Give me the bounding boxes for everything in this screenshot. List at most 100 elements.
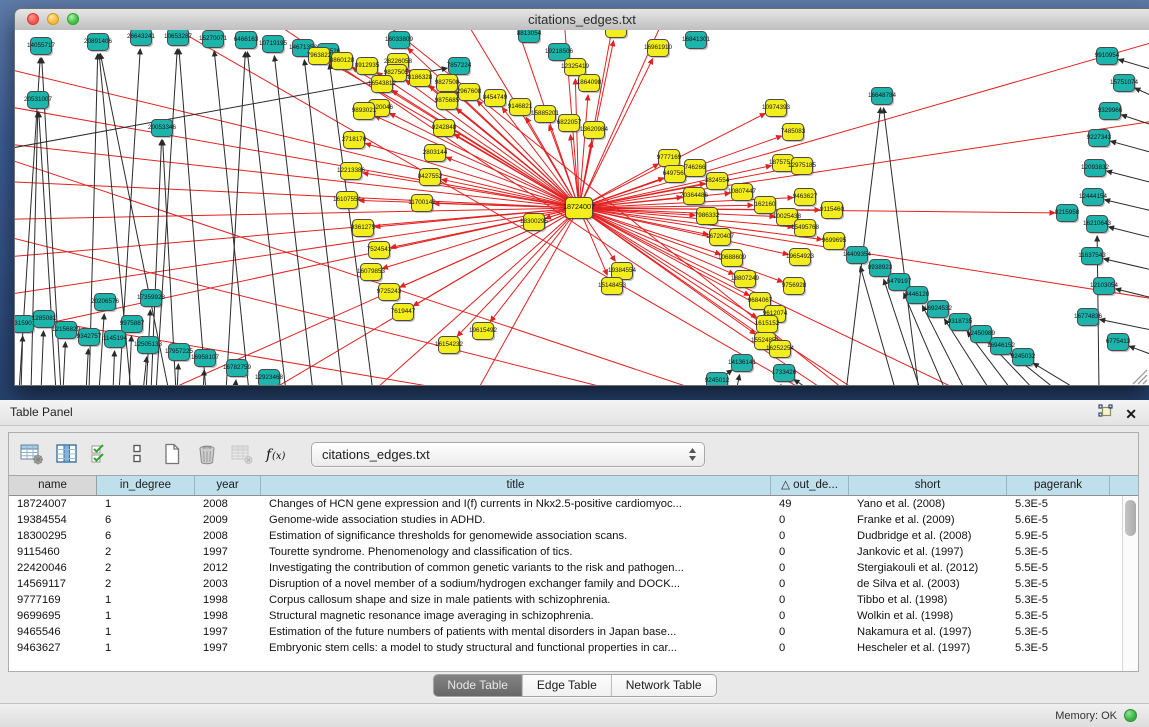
import-table-icon[interactable] xyxy=(229,441,255,467)
column-header[interactable]: title xyxy=(261,476,771,495)
graph-node[interactable]: 18807249 xyxy=(731,271,760,290)
column-edit-icon[interactable] xyxy=(54,441,80,467)
graph-node[interactable]: 8427552 xyxy=(418,169,443,188)
graph-node[interactable]: 10807447 xyxy=(728,184,757,203)
graph-node[interactable]: 16958107 xyxy=(191,350,220,369)
graph-node[interactable]: 15270071 xyxy=(199,31,228,50)
graph-node[interactable]: 9699695 xyxy=(822,233,847,252)
graph-node[interactable]: 9446120 xyxy=(905,287,930,306)
graph-node[interactable]: 16543812 xyxy=(368,76,397,95)
table-selector-dropdown[interactable]: citations_edges.txt xyxy=(311,442,705,467)
graph-node[interactable]: 9342757 xyxy=(77,329,102,348)
graph-node[interactable]: 13620984 xyxy=(580,122,609,141)
graph-node[interactable]: 16033809 xyxy=(385,32,414,51)
graph-node[interactable]: 10653287 xyxy=(164,30,193,47)
table-row[interactable]: 1938455462009Genome-wide association stu… xyxy=(9,512,1138,528)
graph-node[interactable]: 16841301 xyxy=(682,32,711,51)
graph-node[interactable]: 20364486 xyxy=(680,188,709,207)
graph-node[interactable]: 16648784 xyxy=(868,88,897,107)
graph-node[interactable]: 9245012 xyxy=(705,373,730,386)
graph-node[interactable]: 12093832 xyxy=(1081,160,1110,179)
graph-node[interactable]: 12444154 xyxy=(1079,189,1108,208)
graph-node[interactable]: 19654923 xyxy=(786,249,815,268)
graph-node[interactable]: 746266 xyxy=(684,160,707,179)
network-canvas[interactable]: 1405571720891406266432411065328715270071… xyxy=(15,30,1149,385)
graph-node[interactable]: 9975887 xyxy=(120,316,145,335)
graph-node[interactable]: 9245032 xyxy=(1011,349,1036,368)
graph-node[interactable]: 9463627 xyxy=(793,189,818,208)
graph-node[interactable]: 11700142 xyxy=(408,195,436,214)
graph-node[interactable]: 9910954 xyxy=(1095,48,1120,67)
graph-node[interactable]: 16720407 xyxy=(706,229,735,248)
graph-node[interactable]: 9893021 xyxy=(352,103,377,122)
new-table-icon[interactable] xyxy=(159,441,185,467)
graph-node[interactable]: 8813054 xyxy=(517,30,542,44)
graph-node[interactable]: 15495768 xyxy=(791,220,820,239)
graph-node[interactable]: 8860128 xyxy=(330,53,355,72)
graph-node[interactable]: 8215958 xyxy=(1055,205,1080,224)
graph-node[interactable]: 16107554 xyxy=(333,192,362,211)
tab-edge-table[interactable]: Edge Table xyxy=(523,675,612,696)
graph-node[interactable]: 16210643 xyxy=(1083,216,1112,235)
table-row[interactable]: 1872400712008Changes of HCN gene express… xyxy=(9,496,1138,512)
graph-node[interactable]: 18300295 xyxy=(520,214,549,233)
graph-node[interactable]: 11637543 xyxy=(1078,248,1106,267)
graph-node[interactable]: 16782759 xyxy=(223,360,252,379)
table-row[interactable]: 1456911722003Disruption of a novel membe… xyxy=(9,576,1138,592)
table-settings-icon[interactable] xyxy=(19,441,45,467)
graph-node[interactable]: 7619447 xyxy=(391,304,416,323)
graph-node[interactable]: 8454749 xyxy=(483,90,508,109)
select-all-columns-icon[interactable] xyxy=(89,441,115,467)
graph-node[interactable]: 1145194 xyxy=(103,331,128,350)
table-row[interactable]: 969969511998Structural magnetic resonanc… xyxy=(9,608,1138,624)
network-window-titlebar[interactable]: citations_edges.txt xyxy=(15,9,1149,31)
table-row[interactable]: 1830029562008Estimation of significance … xyxy=(9,528,1138,544)
graph-node[interactable]: 8912935 xyxy=(355,58,380,77)
column-header[interactable]: △ out_de... xyxy=(771,476,849,495)
graph-node[interactable]: 15751074 xyxy=(1110,75,1139,94)
scrollbar-thumb[interactable] xyxy=(1125,500,1136,536)
tab-node-table[interactable]: Node Table xyxy=(433,675,523,696)
graph-node[interactable]: 20206576 xyxy=(91,294,120,313)
column-header[interactable]: short xyxy=(849,476,1007,495)
graph-node[interactable]: 8186328 xyxy=(408,70,433,89)
graph-node[interactable]: 7986332 xyxy=(695,208,720,227)
graph-node[interactable]: 9361275 xyxy=(351,220,376,239)
table-row[interactable]: 977716911998Corpus callosum shape and si… xyxy=(9,592,1138,608)
graph-node[interactable]: 10719195 xyxy=(259,36,288,55)
graph-node[interactable]: 12103054 xyxy=(1090,278,1119,297)
graph-node[interactable]: 19615492 xyxy=(469,323,498,342)
graph-node[interactable]: 9756928 xyxy=(782,278,807,297)
vertical-scrollbar[interactable] xyxy=(1122,496,1138,671)
graph-node[interactable]: 16154232 xyxy=(435,337,464,356)
graph-node[interactable]: 20053346 xyxy=(148,120,177,139)
graph-node[interactable]: 9115460 xyxy=(820,202,845,221)
graph-node[interactable]: 2803144 xyxy=(423,145,448,164)
graph-node[interactable]: 12505133 xyxy=(134,337,163,356)
delete-icon[interactable] xyxy=(194,441,220,467)
float-panel-icon[interactable] xyxy=(1098,404,1113,423)
function-builder-icon[interactable]: f(x) xyxy=(264,441,290,467)
graph-node[interactable]: 15148453 xyxy=(598,278,627,297)
graph-node[interactable]: 1864098 xyxy=(577,75,602,94)
graph-node[interactable]: 16252254 xyxy=(766,341,795,360)
graph-node[interactable]: 9227343 xyxy=(1087,130,1112,149)
graph-node[interactable]: 11254194 xyxy=(602,30,630,39)
graph-node[interactable]: 9329966 xyxy=(1098,103,1123,122)
table-row[interactable]: 2242004622012Investigating the contribut… xyxy=(9,560,1138,576)
tab-network-table[interactable]: Network Table xyxy=(612,675,716,696)
graph-node[interactable]: 16774836 xyxy=(1074,309,1103,328)
graph-node[interactable]: 9875685 xyxy=(435,93,460,112)
graph-node[interactable]: 2967608 xyxy=(457,84,482,103)
graph-node[interactable]: 17359928 xyxy=(137,290,166,309)
graph-node[interactable]: 10974393 xyxy=(762,100,791,119)
close-panel-icon[interactable]: ✕ xyxy=(1125,406,1137,422)
column-header[interactable]: name xyxy=(9,476,97,495)
graph-node[interactable]: 15885201 xyxy=(531,106,560,125)
graph-node[interactable]: 16924532 xyxy=(924,301,953,320)
graph-node[interactable]: 16079853 xyxy=(357,264,386,283)
table-row[interactable]: 911546021997Tourette syndrome. Phenomeno… xyxy=(9,544,1138,560)
resize-grip-icon[interactable] xyxy=(1133,370,1147,384)
graph-node[interactable]: 20891406 xyxy=(84,34,113,53)
graph-node[interactable]: 12923468 xyxy=(255,370,284,386)
